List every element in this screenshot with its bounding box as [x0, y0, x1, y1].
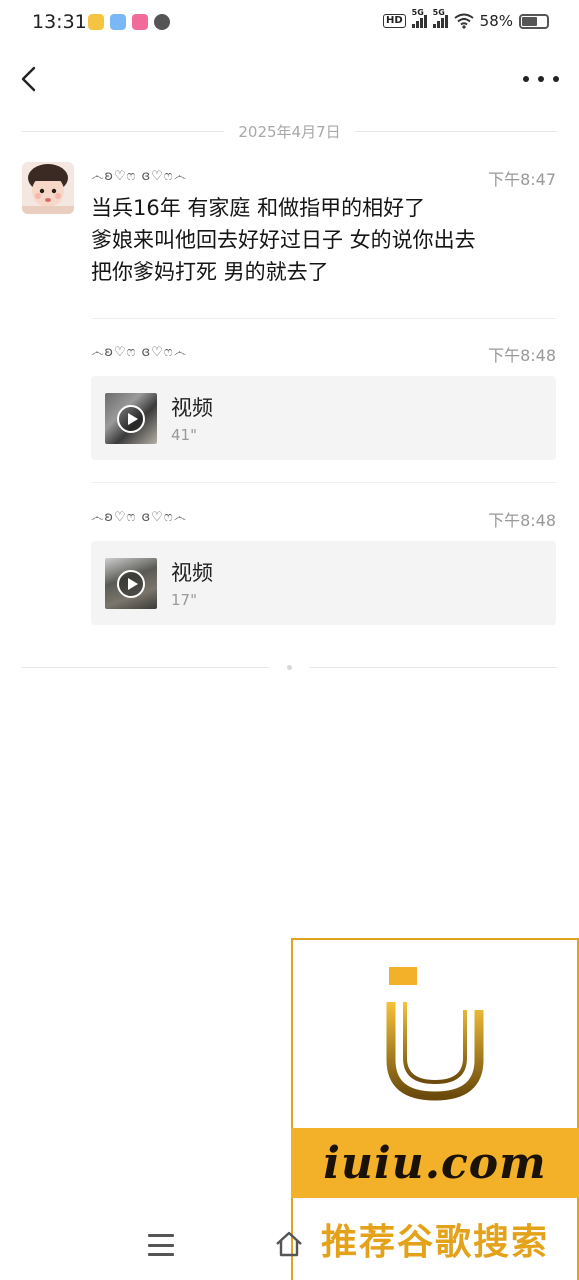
top-nav-bar	[0, 46, 579, 116]
message-text: 当兵16年 有家庭 和做指甲的相好了 爹娘来叫他回去好好过日子 女的说你出去 把…	[91, 192, 557, 288]
video-card[interactable]: 视频 41"	[91, 376, 556, 460]
more-dots-icon	[523, 76, 529, 82]
app-icon-2	[110, 14, 126, 30]
message-time: 下午8:47	[488, 170, 556, 189]
menu-button[interactable]	[148, 1234, 174, 1256]
watermark-domain-band: iuiu.com	[291, 1128, 579, 1198]
battery-icon	[519, 13, 549, 29]
message-time: 下午8:48	[488, 346, 556, 365]
message-line: 爹娘来叫他回去好好过日子 女的说你出去	[91, 228, 476, 252]
play-icon	[117, 405, 145, 433]
signal-icon-1: 5G	[411, 8, 427, 28]
divider	[91, 482, 557, 483]
watermark-logo	[291, 938, 579, 1128]
date-divider: 2025年4月7日	[22, 120, 558, 142]
message-item: ෴ʚ♡ෆ ɞ♡ෆ෴ 下午8:47 当兵16年 有家庭 和做指甲的相好了 爹娘来叫…	[91, 166, 557, 288]
home-icon	[276, 1231, 302, 1257]
video-duration: 41"	[171, 426, 197, 444]
message-line: 把你爹妈打死 男的就去了	[91, 260, 329, 284]
play-icon	[117, 570, 145, 598]
video-thumbnail	[105, 558, 157, 609]
back-button[interactable]	[14, 62, 48, 96]
app-icon-4	[154, 14, 170, 30]
divider	[91, 318, 557, 319]
video-card[interactable]: 视频 17"	[91, 541, 556, 625]
video-title: 视频	[171, 396, 213, 420]
video-duration: 17"	[171, 591, 197, 609]
status-bar: 13:31 HD 5G 5G 58%	[0, 0, 579, 46]
watermark-slogan-band: 推荐谷歌搜索	[291, 1198, 579, 1280]
end-divider	[22, 664, 557, 670]
watermark-domain: iuiu.com	[323, 1137, 547, 1189]
video-thumbnail	[105, 393, 157, 444]
menu-icon	[148, 1234, 174, 1237]
message-line: 当兵16年 有家庭 和做指甲的相好了	[91, 196, 426, 220]
message-time: 下午8:48	[488, 511, 556, 530]
signal-icon-2: 5G	[432, 8, 448, 28]
weibo-icon	[88, 14, 104, 30]
hd-icon: HD	[382, 14, 406, 28]
status-app-icons	[88, 14, 170, 30]
video-title: 视频	[171, 561, 213, 585]
chevron-left-icon	[21, 66, 36, 92]
battery-percent: 58%	[479, 12, 513, 30]
home-button[interactable]	[274, 1229, 304, 1259]
watermark-slogan: 推荐谷歌搜索	[320, 1222, 549, 1263]
date-label: 2025年4月7日	[238, 122, 341, 141]
more-button[interactable]	[523, 62, 559, 96]
wifi-icon	[454, 13, 474, 29]
status-right: HD 5G 5G 58%	[382, 8, 549, 30]
message-item: ෴ʚ♡ෆ ɞ♡ෆ෴ 下午8:48 视频 17"	[91, 507, 557, 625]
app-icon-3	[132, 14, 148, 30]
status-time: 13:31	[32, 11, 87, 33]
message-item: ෴ʚ♡ෆ ɞ♡ෆ෴ 下午8:48 视频 41"	[91, 342, 557, 460]
watermark-overlay: iuiu.com 推荐谷歌搜索	[291, 938, 579, 1280]
avatar[interactable]	[22, 162, 74, 214]
